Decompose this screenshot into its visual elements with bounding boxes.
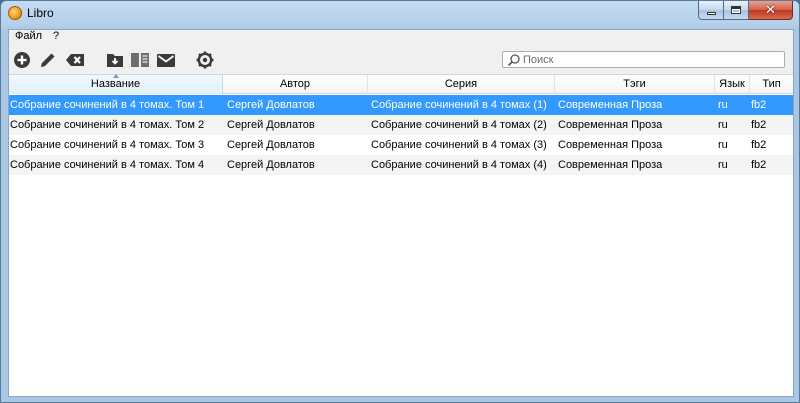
client-area: Файл ? Поиск Название Автор Серия Тэги Я…: [8, 29, 794, 397]
maximize-button[interactable]: [724, 1, 749, 20]
cell-language: ru: [718, 119, 728, 131]
column-header-tags[interactable]: Тэги: [555, 75, 715, 94]
cell-language: ru: [718, 159, 728, 171]
search-icon: [507, 54, 520, 67]
menu-help[interactable]: ?: [50, 30, 62, 42]
cell-author: Сергей Довлатов: [227, 159, 315, 171]
reader-icon: [131, 53, 149, 67]
app-window: Libro ✕ Файл ? Поиск Название Автор Сери…: [0, 0, 800, 403]
column-header-title[interactable]: Название: [9, 74, 223, 94]
table-row[interactable]: Собрание сочинений в 4 томах. Том 3 Серг…: [9, 135, 793, 155]
column-header-type[interactable]: Тип: [750, 75, 793, 94]
search-box: [502, 51, 785, 68]
cell-title: Собрание сочинений в 4 томах. Том 3: [10, 139, 205, 151]
settings-icon: [196, 51, 214, 69]
column-header-author[interactable]: Автор: [223, 75, 368, 94]
cell-author: Сергей Довлатов: [227, 119, 315, 131]
title-bar[interactable]: Libro ✕: [1, 1, 799, 25]
cell-author: Сергей Довлатов: [227, 99, 315, 111]
cell-series: Собрание сочинений в 4 томах (2): [371, 119, 547, 131]
add-book-button[interactable]: [11, 49, 33, 71]
column-header-series[interactable]: Серия: [368, 75, 555, 94]
cell-language: ru: [718, 99, 728, 111]
table-row[interactable]: Собрание сочинений в 4 томах. Том 4 Серг…: [9, 155, 793, 175]
app-logo-icon: [8, 6, 22, 20]
delete-icon: [66, 54, 84, 66]
import-button[interactable]: [104, 49, 126, 71]
cell-type: fb2: [751, 159, 767, 171]
reader-button[interactable]: [129, 49, 151, 71]
minimize-icon: [706, 11, 716, 15]
cell-series: Собрание сочинений в 4 томах (1): [371, 99, 547, 111]
toolbar: [9, 46, 793, 74]
minimize-button[interactable]: [698, 1, 724, 20]
cell-tags: Современная Проза: [558, 159, 663, 171]
window-title: Libro: [27, 6, 54, 20]
table-row[interactable]: Собрание сочинений в 4 томах. Том 1 Серг…: [9, 95, 793, 115]
cell-series: Собрание сочинений в 4 томах (4): [371, 159, 547, 171]
books-table: Название Автор Серия Тэги Язык Тип Собра…: [9, 74, 793, 396]
cell-tags: Современная Проза: [558, 119, 663, 131]
cell-type: fb2: [751, 139, 767, 151]
window-controls: ✕: [698, 1, 793, 20]
close-button[interactable]: ✕: [749, 1, 793, 20]
settings-button[interactable]: [194, 49, 216, 71]
maximize-icon: [731, 6, 741, 14]
send-mail-button[interactable]: [155, 49, 177, 71]
table-header: Название Автор Серия Тэги Язык Тип: [9, 74, 793, 94]
import-icon: [107, 54, 123, 67]
cell-title: Собрание сочинений в 4 томах. Том 4: [10, 159, 205, 171]
cell-tags: Современная Проза: [558, 139, 663, 151]
close-icon: ✕: [765, 2, 776, 18]
cell-tags: Современная Проза: [558, 99, 663, 111]
delete-book-button[interactable]: [64, 49, 86, 71]
cell-series: Собрание сочинений в 4 томах (3): [371, 139, 547, 151]
cell-language: ru: [718, 139, 728, 151]
menu-file[interactable]: Файл: [12, 30, 45, 42]
sort-ascending-icon: [112, 74, 119, 78]
search-input[interactable]: [523, 53, 778, 66]
edit-icon: [41, 53, 55, 67]
cell-author: Сергей Довлатов: [227, 139, 315, 151]
menu-bar: Файл ?: [9, 30, 793, 44]
cell-type: fb2: [751, 119, 767, 131]
add-icon: [14, 52, 30, 68]
cell-type: fb2: [751, 99, 767, 111]
cell-title: Собрание сочинений в 4 томах. Том 1: [10, 99, 205, 111]
mail-icon: [157, 53, 175, 67]
table-row[interactable]: Собрание сочинений в 4 томах. Том 2 Серг…: [9, 115, 793, 135]
edit-book-button[interactable]: [37, 49, 59, 71]
cell-title: Собрание сочинений в 4 томах. Том 2: [10, 119, 205, 131]
column-header-language[interactable]: Язык: [715, 75, 750, 94]
